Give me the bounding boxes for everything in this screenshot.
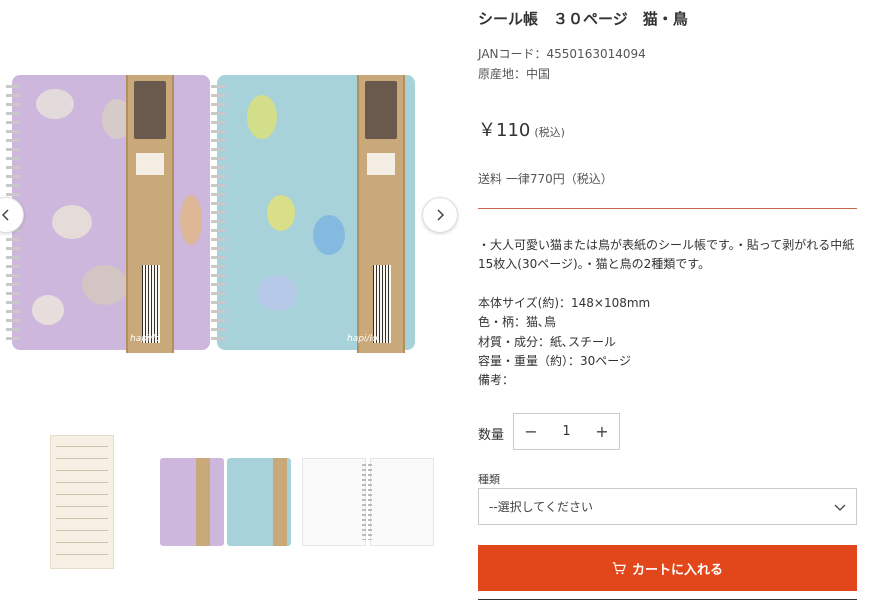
origin: 原産地：中国: [478, 67, 551, 81]
barcode: [142, 265, 160, 343]
sticker-band: [357, 75, 405, 353]
thumbnail-2[interactable]: [160, 458, 292, 546]
product-description: ・大人可愛い猫または鳥が表紙のシール帳です。・貼って剥がれる中紙15枚入(30ペ…: [478, 238, 855, 271]
quantity-stepper: − 1 +: [513, 413, 620, 450]
next-image-button[interactable]: [422, 197, 458, 233]
cat-notebook-image: hapi/lo: [6, 75, 210, 353]
bird-illustration: [267, 195, 295, 231]
cat-illustration: [82, 265, 128, 305]
quantity-increase-button[interactable]: +: [585, 414, 619, 449]
cat-illustration: [36, 89, 74, 119]
shipping-info: 送料 一律770円（税込）: [478, 172, 613, 186]
chevron-left-icon: [1, 209, 9, 221]
bird-illustration: [313, 215, 345, 255]
quantity-decrease-button[interactable]: −: [514, 414, 548, 449]
price-value: ￥110: [478, 120, 531, 141]
spec-line: 容量・重量（約）：30ページ: [478, 354, 632, 368]
brand-logo: hapi/lo: [130, 334, 161, 344]
spec-line: 色・柄：猫､鳥: [478, 315, 557, 329]
price: ￥110 (税込): [478, 116, 565, 142]
chevron-right-icon: [437, 209, 445, 221]
quantity-label: 数量: [478, 428, 505, 443]
spiral-binding: [211, 85, 225, 340]
variant-select[interactable]: --選択してください: [478, 488, 857, 525]
barcode: [373, 265, 391, 343]
bird-illustration: [247, 95, 277, 139]
tax-note: (税込): [534, 126, 565, 139]
bird-notebook-image: hapi/lo: [211, 75, 415, 353]
divider: [478, 599, 857, 600]
main-product-image[interactable]: hapi/lo hapi/lo: [6, 70, 436, 360]
band-tag: [136, 153, 164, 175]
divider: [478, 208, 857, 209]
thumbnail-1[interactable]: [50, 435, 114, 569]
cat-illustration: [52, 205, 92, 239]
quantity-input[interactable]: 1: [548, 424, 585, 439]
band-tag: [367, 153, 395, 175]
cat-illustration: [32, 295, 64, 325]
brand-logo: hapi/lo: [347, 334, 378, 344]
spec-line: 備考：: [478, 373, 515, 387]
band-label: [365, 81, 397, 139]
spec-line: 本体サイズ(約)：148×108mm: [478, 296, 651, 310]
sticker-band: [126, 75, 174, 353]
product-title: シール帳 ３０ページ 猫・鳥: [478, 10, 688, 28]
chevron-down-icon: [834, 504, 846, 511]
add-to-cart-label: カートに入れる: [631, 562, 723, 578]
cart-icon: [612, 562, 626, 575]
product-gallery: hapi/lo hapi/lo: [0, 0, 460, 603]
cat-illustration: [180, 195, 202, 245]
bird-illustration: [257, 275, 297, 311]
variant-label: 種類: [478, 473, 500, 486]
band-label: [134, 81, 166, 139]
jan-code: JANコード：4550163014094: [478, 47, 646, 61]
thumbnail-3[interactable]: [302, 458, 436, 546]
variant-selected: --選択してください: [489, 500, 593, 514]
add-to-cart-button[interactable]: カートに入れる: [478, 545, 857, 591]
spec-line: 材質・成分：紙､スチール: [478, 335, 617, 349]
